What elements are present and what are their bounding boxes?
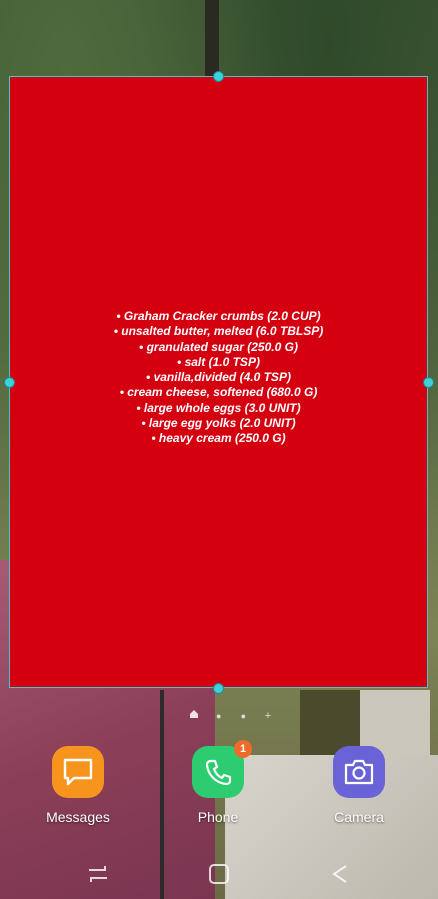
ingredient-item: • vanilla,divided (4.0 TSP)	[146, 370, 291, 385]
recents-icon	[89, 866, 107, 882]
recipe-widget[interactable]: • Graham Cracker crumbs (2.0 CUP) • unsa…	[9, 76, 428, 688]
notification-badge: 1	[234, 740, 252, 758]
home-icon	[190, 710, 198, 718]
tree-trunk	[205, 0, 219, 80]
home-page-indicator[interactable]	[186, 709, 202, 723]
page-dot[interactable]: ●	[211, 709, 227, 723]
resize-handle-left[interactable]	[4, 377, 15, 388]
recents-button[interactable]	[83, 862, 113, 886]
message-icon	[52, 746, 104, 798]
dock-app-camera[interactable]: Camera	[314, 746, 404, 825]
app-label: Phone	[197, 809, 239, 825]
dock-app-phone[interactable]: 1 Phone	[173, 740, 263, 825]
phone-icon: 1	[192, 740, 252, 798]
ingredient-item: • salt (1.0 TSP)	[177, 354, 260, 369]
navigation-bar	[0, 848, 438, 899]
back-icon	[332, 865, 347, 883]
dock-app-messages[interactable]: Messages	[33, 746, 123, 825]
ingredient-list: • Graham Cracker crumbs (2.0 CUP) • unsa…	[10, 309, 427, 447]
ingredient-item: • unsalted butter, melted (6.0 TBLSP)	[113, 324, 324, 339]
ingredient-item: • large egg yolks (2.0 UNIT)	[141, 416, 296, 431]
page-dot[interactable]: ●	[235, 709, 251, 723]
resize-handle-top[interactable]	[213, 71, 224, 82]
back-button[interactable]	[326, 862, 356, 886]
home-icon	[209, 864, 229, 884]
ingredient-item: • cream cheese, softened (680.0 G)	[119, 385, 318, 400]
resize-handle-right[interactable]	[423, 377, 434, 388]
home-button[interactable]	[204, 862, 234, 886]
ingredient-item: • Graham Cracker crumbs (2.0 CUP)	[116, 309, 321, 323]
ingredient-item: • large whole eggs (3.0 UNIT)	[136, 400, 301, 415]
ingredient-item: • heavy cream (250.0 G)	[151, 431, 286, 446]
resize-handle-bottom[interactable]	[213, 683, 224, 694]
ingredient-item: • granulated sugar (250.0 G)	[139, 339, 298, 354]
app-label: Camera	[334, 809, 384, 825]
app-label: Messages	[46, 809, 110, 825]
plus-icon[interactable]: +	[260, 709, 276, 723]
page-indicators[interactable]: ● ● +	[186, 709, 276, 723]
camera-icon	[333, 746, 385, 798]
